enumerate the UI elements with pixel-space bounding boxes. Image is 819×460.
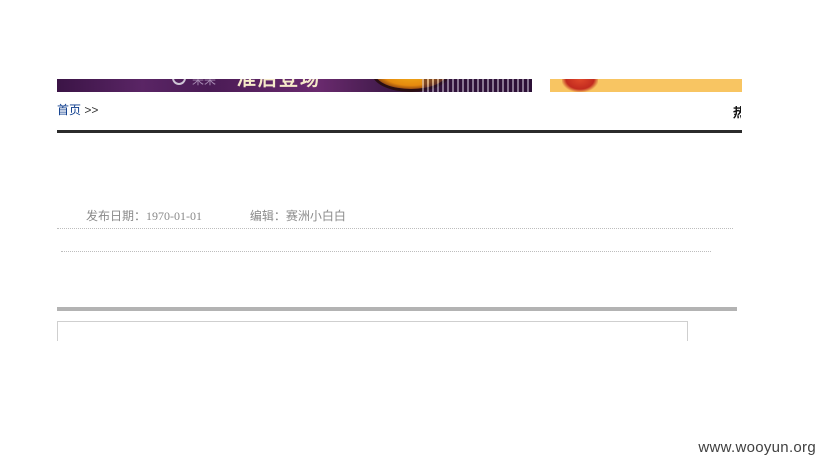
logo-ring-icon: [172, 79, 186, 85]
article-meta: 发布日期：1970-01-01 编辑：赛洲小白白: [86, 209, 346, 223]
editor-label: 编辑：: [249, 209, 286, 223]
banner-stripes: [422, 79, 532, 92]
meta-divider: [57, 228, 733, 229]
hot-section-title: 热: [733, 106, 741, 121]
editor-name: 赛洲小白白: [285, 209, 346, 223]
banner-ad-left[interactable]: 采采 准后登场: [57, 79, 532, 92]
header-divider: [57, 130, 742, 133]
date-label: 发布日期：: [86, 209, 147, 223]
date-value: 1970-01-01: [146, 209, 203, 223]
watermark: www.wooyun.org: [698, 439, 816, 456]
content-divider: [61, 251, 711, 252]
banner-sub-text: 采采: [192, 79, 217, 87]
section-divider: [57, 307, 737, 311]
page: 采采 准后登场 首页 >> 热 发布日期：1970-01-01 编辑：赛洲小白白…: [0, 0, 819, 460]
related-content-box: [57, 321, 688, 341]
breadcrumb-separator: >>: [81, 103, 99, 117]
banner-headline: 准后登场: [237, 79, 322, 90]
breadcrumb-home-link[interactable]: 首页: [57, 103, 81, 117]
banner-ad-right[interactable]: [550, 79, 742, 92]
breadcrumb: 首页 >>: [57, 103, 98, 117]
banner-lantern-icon: [562, 79, 598, 92]
